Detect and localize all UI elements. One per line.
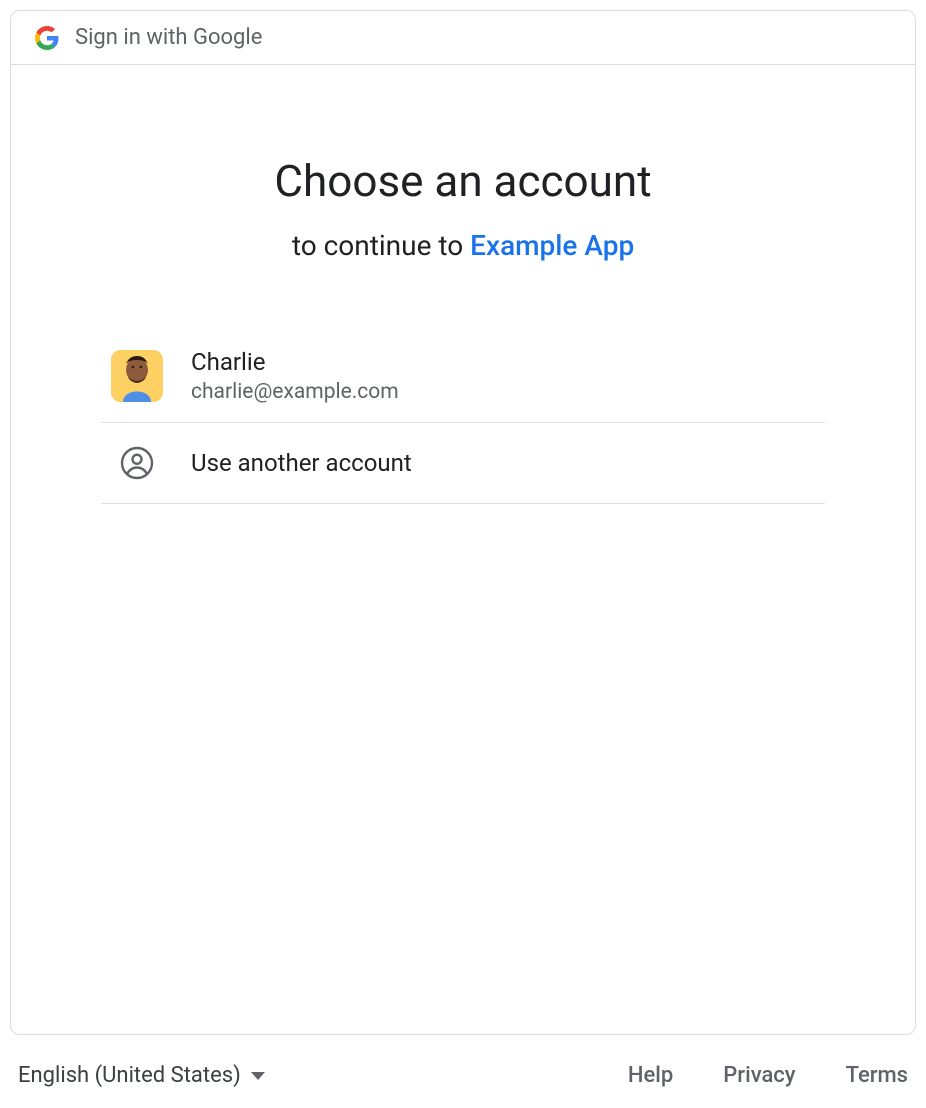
page-title: Choose an account: [101, 155, 825, 207]
language-label: English (United States): [18, 1063, 241, 1088]
app-name-link[interactable]: Example App: [470, 229, 634, 262]
person-circle-icon: [111, 445, 163, 481]
use-another-label: Use another account: [191, 449, 412, 477]
footer-links: Help Privacy Terms: [628, 1063, 908, 1088]
account-email: charlie@example.com: [191, 380, 399, 404]
subtitle-prefix: to continue to: [292, 229, 470, 262]
header-bar: Sign in with Google: [11, 11, 915, 65]
signin-card: Sign in with Google Choose an account to…: [10, 10, 916, 1035]
language-selector[interactable]: English (United States): [18, 1063, 265, 1088]
avatar: [111, 350, 163, 402]
terms-link[interactable]: Terms: [846, 1063, 908, 1088]
main-content: Choose an account to continue to Example…: [11, 65, 915, 1034]
account-name: Charlie: [191, 348, 399, 376]
use-another-account-option[interactable]: Use another account: [101, 423, 825, 504]
page-subtitle: to continue to Example App: [101, 229, 825, 262]
chevron-down-icon: [251, 1072, 265, 1080]
footer: English (United States) Help Privacy Ter…: [10, 1035, 916, 1098]
account-text: Charlie charlie@example.com: [191, 348, 399, 404]
header-title: Sign in with Google: [75, 25, 262, 50]
privacy-link[interactable]: Privacy: [723, 1063, 795, 1088]
account-option[interactable]: Charlie charlie@example.com: [101, 332, 825, 423]
google-logo-icon: [35, 26, 59, 50]
account-list: Charlie charlie@example.com Use another …: [101, 332, 825, 504]
help-link[interactable]: Help: [628, 1063, 673, 1088]
